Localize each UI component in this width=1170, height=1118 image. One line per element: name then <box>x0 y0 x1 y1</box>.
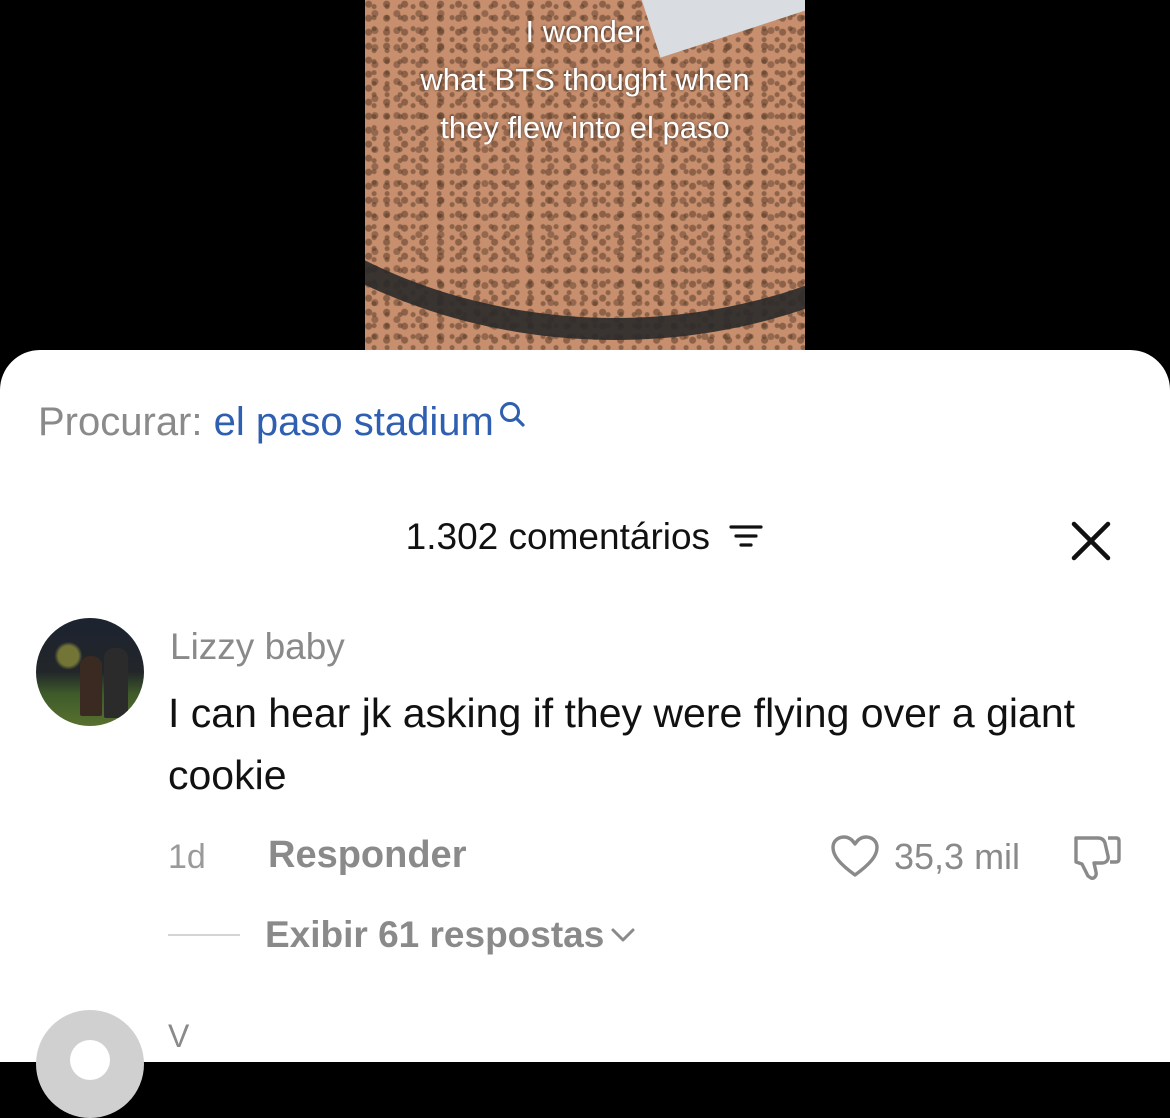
close-icon[interactable] <box>1068 518 1114 564</box>
comment-count: 1.302 comentários <box>405 516 711 557</box>
view-replies-label: Exibir 61 respostas <box>265 914 605 955</box>
avatar[interactable] <box>36 1010 144 1118</box>
chevron-down-icon <box>611 928 635 942</box>
caption-line: I wonder <box>525 14 645 49</box>
video-caption: I wonder what BTS thought when they flew… <box>365 8 805 152</box>
heart-icon[interactable] <box>830 834 880 880</box>
video-preview[interactable]: I wonder what BTS thought when they flew… <box>365 0 805 360</box>
comments-header: 1.302 comentários <box>0 516 1170 558</box>
comment-text: I can hear jk asking if they were flying… <box>168 690 1076 798</box>
default-avatar-icon <box>70 1040 110 1080</box>
search-label: Procurar: <box>38 400 203 444</box>
search-term[interactable]: el paso stadium <box>214 400 494 444</box>
sort-filter-icon[interactable] <box>728 521 764 551</box>
comments-sheet: Procurar: el paso stadium 1.302 comentár… <box>0 350 1170 1118</box>
thumbs-down-icon[interactable] <box>1068 832 1124 884</box>
caption-line: what BTS thought when <box>420 62 750 97</box>
reply-button[interactable]: Responder <box>268 834 466 877</box>
search-icon <box>499 402 525 427</box>
comment-age: 1d <box>168 838 206 876</box>
view-replies-button[interactable]: Exibir 61 respostas <box>265 914 636 956</box>
comment-username[interactable]: V <box>168 1018 189 1055</box>
avatar-figure <box>80 656 102 716</box>
caption-line: they flew into el paso <box>440 110 730 145</box>
like-count: 35,3 mil <box>894 836 1021 877</box>
avatar[interactable] <box>36 618 144 726</box>
comment-username[interactable]: Lizzy baby <box>170 626 345 668</box>
avatar-figure <box>104 648 128 718</box>
search-suggestion[interactable]: Procurar: el paso stadium <box>38 400 526 445</box>
divider <box>168 934 240 936</box>
